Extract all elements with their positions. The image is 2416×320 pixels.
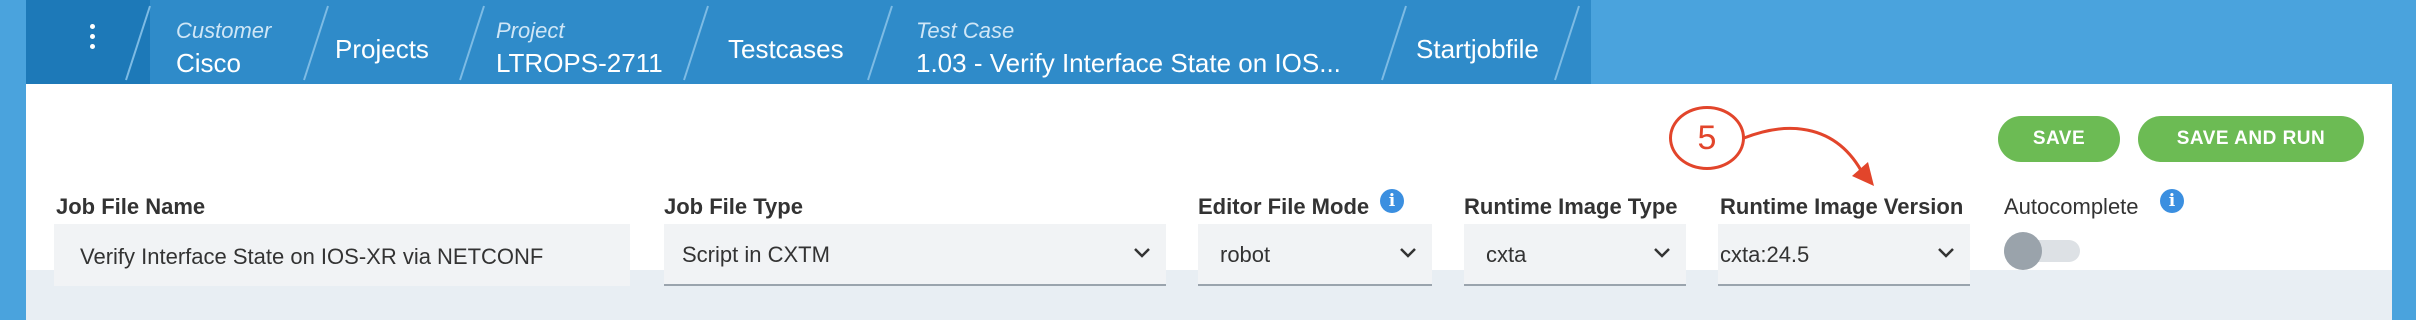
save-button[interactable]: SAVE	[1998, 116, 2120, 162]
job-file-name-input[interactable]: Verify Interface State on IOS-XR via NET…	[54, 224, 630, 286]
breadcrumb-testcases-label: Testcases	[728, 34, 844, 64]
breadcrumb: Customer Cisco Projects Project LTROPS-2…	[26, 0, 1591, 84]
runtime-image-type-select[interactable]: cxta	[1464, 224, 1686, 286]
autocomplete-info-icon[interactable]: i	[2160, 189, 2184, 213]
breadcrumb-separator	[678, 0, 714, 84]
breadcrumb-testcase-label: 1.03 - Verify Interface State on IOS...	[916, 48, 1341, 78]
chevron-down-icon	[1400, 248, 1416, 258]
editor-file-mode-select[interactable]: robot	[1198, 224, 1432, 286]
runtime-image-type-label: Runtime Image Type	[1464, 194, 1678, 219]
breadcrumb-separator	[298, 0, 334, 84]
breadcrumb-separator	[1549, 0, 1585, 84]
job-file-name-label: Job File Name	[56, 194, 206, 219]
autocomplete-toggle-knob[interactable]	[2004, 232, 2042, 270]
editor-file-mode-label: Editor File Mode	[1198, 194, 1370, 219]
breadcrumb-testcase[interactable]: Test Case 1.03 - Verify Interface State …	[916, 0, 1386, 84]
left-border	[0, 0, 26, 320]
breadcrumb-separator	[862, 0, 898, 84]
chevron-down-icon	[1654, 248, 1670, 258]
job-file-type-value: Script in CXTM	[682, 242, 830, 267]
job-file-name-value: Verify Interface State on IOS-XR via NET…	[80, 244, 544, 269]
breadcrumb-startjobfile-label: Startjobfile	[1416, 34, 1539, 64]
runtime-image-type-value: cxta	[1486, 242, 1527, 267]
breadcrumb-customer-label: Cisco	[176, 48, 242, 78]
save-and-run-button[interactable]: SAVE AND RUN	[2138, 116, 2364, 162]
breadcrumb-startjobfile[interactable]: Startjobfile	[1416, 0, 1566, 84]
breadcrumb-project[interactable]: Project LTROPS-2711	[496, 0, 696, 84]
breadcrumb-separator	[1376, 0, 1412, 84]
breadcrumb-customer-sublabel: Customer	[176, 18, 272, 43]
autocomplete-label: Autocomplete	[2004, 194, 2139, 219]
breadcrumb-separator	[454, 0, 490, 84]
annotation-number: 5	[1697, 119, 1717, 157]
annotation-callout: 5	[1669, 106, 1745, 170]
editor-file-mode-value: robot	[1220, 242, 1271, 267]
job-file-type-label: Job File Type	[664, 194, 803, 219]
annotation-arrow-icon	[1743, 127, 1874, 186]
breadcrumb-project-label: LTROPS-2711	[496, 48, 663, 78]
chevron-down-icon	[1938, 248, 1954, 258]
editor-file-mode-info-icon[interactable]: i	[1380, 189, 1404, 213]
runtime-image-version-select[interactable]: cxta:24.5	[1718, 224, 1970, 286]
breadcrumb-projects-label: Projects	[335, 34, 429, 64]
chevron-down-icon	[1134, 248, 1150, 258]
breadcrumb-testcase-sublabel: Test Case	[916, 18, 1015, 43]
job-file-type-select[interactable]: Script in CXTM	[664, 224, 1166, 286]
breadcrumb-project-sublabel: Project	[496, 18, 565, 43]
breadcrumb-testcases[interactable]: Testcases	[712, 0, 882, 84]
right-border	[2392, 0, 2416, 320]
runtime-image-version-value: cxta:24.5	[1720, 242, 1810, 267]
more-vertical-icon	[90, 24, 96, 54]
